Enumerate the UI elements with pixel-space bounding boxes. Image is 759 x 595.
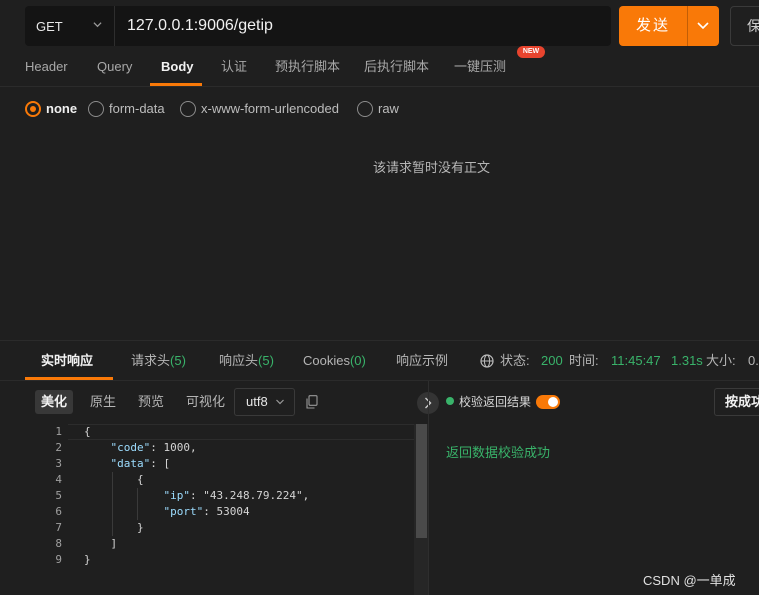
status-code: 200 (541, 353, 563, 368)
radio-form-data-label[interactable]: form-data (109, 101, 165, 117)
code-line: "ip": "43.248.79.224", (163, 489, 310, 502)
method-select[interactable]: GET (25, 6, 115, 46)
chevron-down-icon (276, 399, 284, 405)
duration-value: 1.31s (671, 353, 703, 368)
tab-body[interactable]: Body (161, 57, 194, 77)
tab-request-headers[interactable]: 请求头(5) (131, 352, 186, 370)
code-line: ] (84, 537, 118, 550)
tab-response-headers-label: 响应头 (219, 353, 259, 368)
copy-icon[interactable] (306, 395, 318, 409)
validation-toggle[interactable] (536, 395, 560, 409)
radio-raw-label[interactable]: raw (378, 101, 399, 117)
tab-post-script[interactable]: 后执行脚本 (364, 57, 429, 77)
send-button[interactable]: 发送 (619, 6, 719, 46)
send-divider (687, 6, 688, 46)
indent-guide (137, 488, 138, 520)
response-headers-count: (5) (258, 353, 274, 368)
radio-none-label[interactable]: none (46, 101, 77, 117)
line-number: 5 (55, 489, 62, 502)
tab-request-headers-label: 请求头 (131, 353, 171, 368)
url-input[interactable]: 127.0.0.1:9006/getip (127, 6, 273, 46)
tab-live-response-label: 实时响应 (41, 353, 94, 368)
time-value: 11:45:47 (611, 353, 661, 368)
response-top-divider (0, 340, 759, 341)
status-label: 状态: (500, 353, 530, 368)
code-line: } (84, 553, 91, 566)
encoding-value: utf8 (246, 394, 268, 409)
preview-button[interactable]: 预览 (132, 390, 170, 414)
encoding-select[interactable]: utf8 (234, 388, 295, 416)
indent-guide (112, 472, 113, 536)
line-number: 6 (55, 505, 62, 518)
tabs-divider (0, 86, 759, 87)
line-number: 4 (55, 473, 62, 486)
radio-form-data[interactable] (88, 101, 104, 117)
tab-load-test[interactable]: 一键压测 (454, 57, 506, 77)
validation-result: 返回数据校验成功 (446, 445, 551, 460)
tab-cookies[interactable]: Cookies(0) (303, 352, 366, 370)
size-label: 大小: (706, 353, 736, 368)
code-line: { (84, 473, 144, 486)
validation-status-dot (446, 397, 454, 405)
line-number: 1 (55, 425, 62, 438)
code-line: "code": 1000, (110, 441, 197, 454)
request-headers-count: (5) (170, 353, 186, 368)
method-label: GET (36, 18, 63, 34)
raw-button[interactable]: 原生 (84, 390, 122, 414)
code-line: "port": 53004 (163, 505, 250, 518)
tab-auth[interactable]: 认证 (221, 57, 247, 77)
radio-raw[interactable] (357, 101, 373, 117)
url-group: GET 127.0.0.1:9006/getip (25, 6, 611, 46)
tab-response-example[interactable]: 响应示例 (396, 352, 448, 370)
editor-scrollbar-thumb[interactable] (416, 424, 427, 538)
tab-cookies-label: Cookies (303, 353, 350, 368)
chevron-down-icon[interactable] (697, 21, 709, 31)
current-line-highlight (68, 424, 414, 440)
tab-pre-script[interactable]: 预执行脚本 (275, 57, 340, 77)
line-number: 9 (55, 553, 62, 566)
time-label: 时间: (569, 353, 599, 368)
validation-mode-select[interactable]: 按成功 (714, 388, 759, 416)
globe-icon (480, 354, 494, 368)
radio-urlencoded-label[interactable]: x-www-form-urlencoded (201, 101, 339, 117)
watermark: CSDN @一单成 (643, 573, 736, 588)
tab-header[interactable]: Header (25, 57, 68, 77)
line-number: 8 (55, 537, 62, 550)
empty-body-message: 该请求暂时没有正文 (373, 160, 491, 175)
tab-query[interactable]: Query (97, 57, 132, 77)
line-number: 3 (55, 457, 62, 470)
radio-none[interactable] (25, 101, 41, 117)
code-line: } (84, 521, 144, 534)
code-line: "data": [ (110, 457, 171, 470)
tab-response-example-label: 响应示例 (396, 353, 449, 368)
chevron-down-icon (93, 22, 102, 28)
size-value: 0. (748, 353, 759, 368)
beautify-button[interactable]: 美化 (35, 390, 74, 414)
send-label: 发送 (635, 17, 670, 34)
code-line: { (84, 425, 91, 438)
tab-live-response[interactable]: 实时响应 (41, 352, 93, 370)
new-badge: NEW (517, 46, 545, 58)
validation-label: 校验返回结果 (459, 395, 532, 409)
save-button[interactable]: 保 (730, 6, 759, 46)
line-number: 7 (55, 521, 62, 534)
line-number: 2 (55, 441, 62, 454)
cookies-count: (0) (349, 353, 366, 368)
radio-urlencoded[interactable] (180, 101, 196, 117)
visualize-button[interactable]: 可视化 (180, 390, 231, 414)
tab-response-headers[interactable]: 响应头(5) (219, 352, 274, 370)
response-tabs-divider (0, 380, 759, 381)
panel-split[interactable] (428, 381, 429, 595)
